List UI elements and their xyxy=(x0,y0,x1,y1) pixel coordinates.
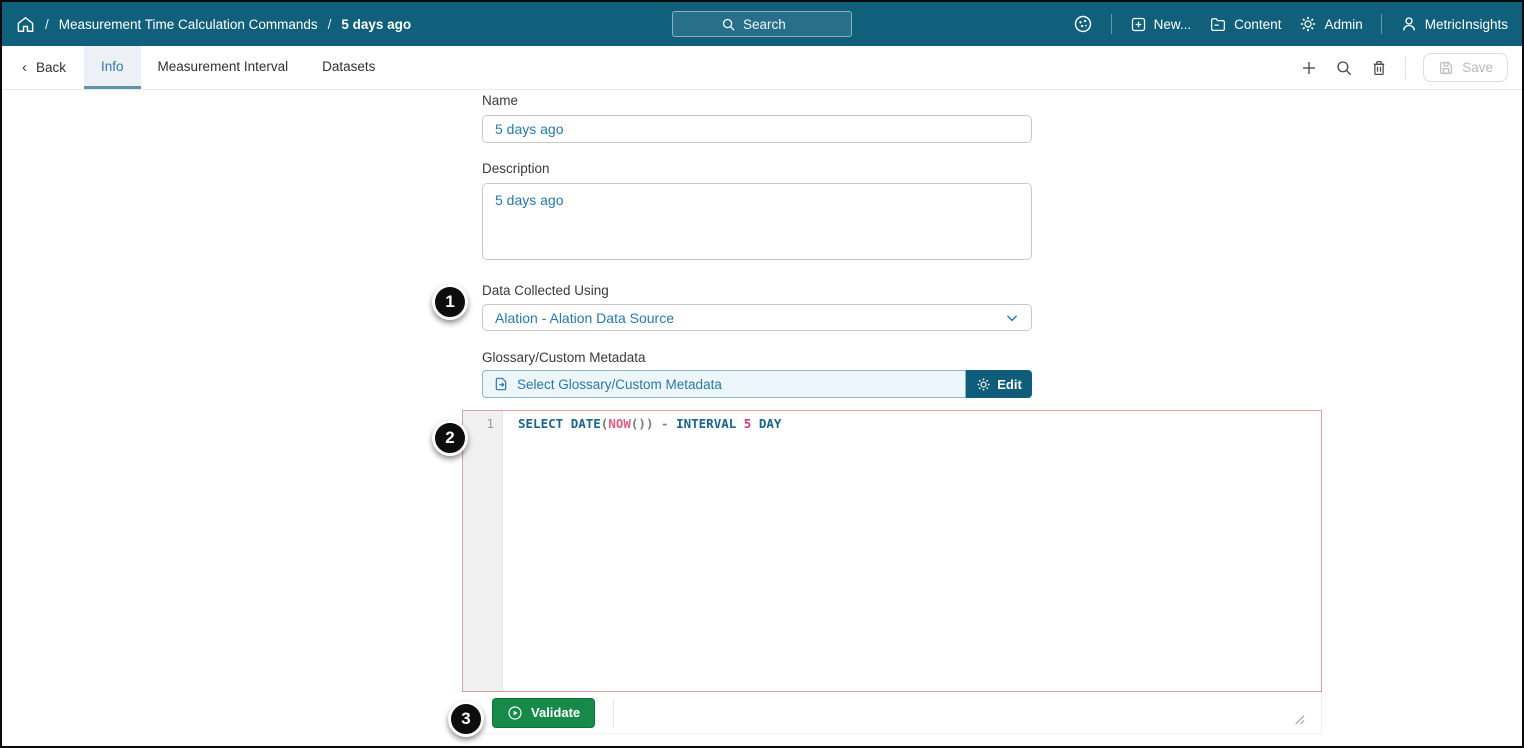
editor-code-area[interactable]: SELECT DATE(NOW()) - INTERVAL 5 DAY xyxy=(503,411,1321,691)
play-circle-icon xyxy=(507,705,523,721)
tab-bar: Info Measurement Interval Datasets xyxy=(84,46,392,89)
add-icon[interactable] xyxy=(1300,59,1318,77)
search-icon[interactable] xyxy=(1335,59,1353,77)
save-button[interactable]: Save xyxy=(1423,53,1508,82)
annotation-badge-2: 2 xyxy=(432,420,468,456)
glossary-metadata-select[interactable]: Select Glossary/Custom Metadata xyxy=(482,370,966,398)
description-textarea[interactable] xyxy=(482,183,1032,260)
discover-icon[interactable] xyxy=(1073,14,1093,34)
admin-menu-label: Admin xyxy=(1324,16,1363,32)
admin-menu-button[interactable]: Admin xyxy=(1299,15,1363,33)
name-input[interactable] xyxy=(482,115,1032,143)
editor-footer: Validate xyxy=(462,692,1322,734)
editor-gutter: 1 xyxy=(463,411,503,691)
sql-token-keyword: SELECT xyxy=(518,416,571,431)
annotation-badge-3: 3 xyxy=(448,701,484,737)
content-folder-icon xyxy=(1209,15,1227,33)
chevron-left-icon: ‹ xyxy=(22,59,27,76)
document-arrow-icon xyxy=(493,376,509,392)
name-label: Name xyxy=(482,93,519,108)
data-collected-using-label: Data Collected Using xyxy=(482,283,609,298)
sql-token-bracket: ()) xyxy=(630,416,654,431)
search-input[interactable] xyxy=(743,16,803,32)
breadcrumb-separator: / xyxy=(45,16,49,32)
sql-token-keyword: DATE xyxy=(570,416,601,431)
sql-token-function: NOW xyxy=(608,416,631,431)
tab-info[interactable]: Info xyxy=(84,46,141,89)
top-header-bar: / Measurement Time Calculation Commands … xyxy=(2,2,1522,46)
resize-handle-icon[interactable] xyxy=(1292,712,1305,725)
trash-icon[interactable] xyxy=(1370,59,1388,77)
data-collected-using-value: Alation - Alation Data Source xyxy=(495,309,674,326)
back-button[interactable]: ‹ Back xyxy=(2,46,84,89)
glossary-edit-button[interactable]: Edit xyxy=(966,370,1032,398)
new-menu-label: New... xyxy=(1153,16,1192,32)
annotation-badge-1: 1 xyxy=(432,284,468,320)
gear-icon xyxy=(1299,15,1317,33)
sql-command-editor[interactable]: 1 SELECT DATE(NOW()) - INTERVAL 5 DAY xyxy=(462,410,1322,692)
back-label: Back xyxy=(36,60,67,75)
glossary-metadata-row: Select Glossary/Custom Metadata Edit xyxy=(482,370,1032,398)
sql-token-operator: - xyxy=(653,416,677,431)
content-menu-button[interactable]: Content xyxy=(1209,15,1281,33)
home-icon[interactable] xyxy=(16,15,35,34)
sql-token-keyword: INTERVAL xyxy=(676,416,744,431)
search-icon xyxy=(721,17,736,32)
validate-label: Validate xyxy=(531,705,581,720)
breadcrumb-section[interactable]: Measurement Time Calculation Commands xyxy=(59,17,318,32)
app-window: / Measurement Time Calculation Commands … xyxy=(0,0,1524,748)
user-icon xyxy=(1400,15,1418,33)
global-search[interactable] xyxy=(672,11,852,37)
header-actions: New... Content Admin MetricInsights xyxy=(1073,2,1508,46)
breadcrumb-separator: / xyxy=(327,16,332,32)
toolbar-actions: Save xyxy=(1300,46,1522,89)
save-icon xyxy=(1438,60,1454,76)
user-menu-button[interactable]: MetricInsights xyxy=(1400,15,1508,33)
user-menu-label: MetricInsights xyxy=(1424,16,1508,32)
toolbar-divider xyxy=(1405,56,1407,79)
content-menu-label: Content xyxy=(1234,16,1282,32)
description-label: Description xyxy=(482,161,550,176)
footer-divider xyxy=(613,698,615,727)
new-menu-button[interactable]: New... xyxy=(1130,16,1192,33)
edit-label: Edit xyxy=(997,376,1022,392)
tab-datasets[interactable]: Datasets xyxy=(305,46,392,89)
breadcrumb: / Measurement Time Calculation Commands … xyxy=(2,15,411,34)
breadcrumb-current: 5 days ago xyxy=(341,16,412,32)
glossary-metadata-label: Glossary/Custom Metadata xyxy=(482,350,646,365)
chevron-down-icon xyxy=(1005,311,1019,325)
new-plus-icon xyxy=(1130,16,1147,33)
header-divider xyxy=(1380,14,1382,34)
gear-icon xyxy=(976,377,991,392)
tab-measurement-interval[interactable]: Measurement Interval xyxy=(141,46,306,89)
sql-code-line: SELECT DATE(NOW()) - INTERVAL 5 DAY xyxy=(518,416,1321,431)
page-toolbar: ‹ Back Info Measurement Interval Dataset… xyxy=(2,46,1522,90)
validate-button[interactable]: Validate xyxy=(492,697,596,728)
save-label: Save xyxy=(1462,60,1493,75)
header-divider xyxy=(1110,14,1112,34)
line-number: 1 xyxy=(486,416,494,431)
data-collected-using-select[interactable]: Alation - Alation Data Source xyxy=(482,304,1032,331)
glossary-metadata-placeholder: Select Glossary/Custom Metadata xyxy=(517,376,722,392)
sql-token-keyword: DAY xyxy=(751,416,782,431)
